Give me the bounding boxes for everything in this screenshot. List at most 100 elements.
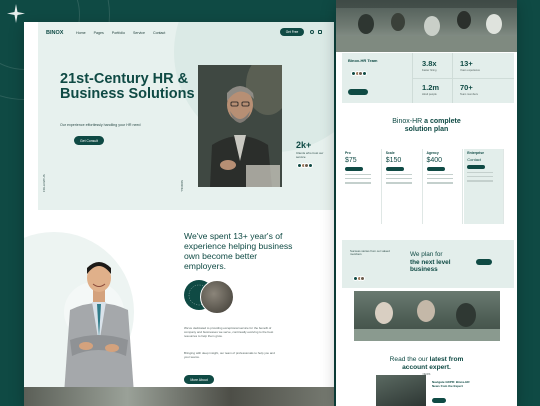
plan-card[interactable]: Agency $400 (424, 149, 464, 224)
get-consult-button[interactable]: Get Consult (74, 136, 104, 145)
homepage-mockup: BINOX Home Pages Portfolio Service Conta… (24, 22, 334, 406)
plan-button[interactable] (345, 167, 363, 171)
plan-card[interactable]: Scale $150 (383, 149, 423, 224)
plan-feature (426, 178, 453, 180)
nav-item[interactable]: Pages (94, 31, 104, 35)
plans-title-part: solution plan (404, 126, 449, 133)
stat-value: 70+ (460, 83, 473, 92)
next-level-part: the next level (410, 258, 451, 266)
divider (412, 78, 514, 79)
stats-panel: Binox-HR Team 3.8x Faster hiring 13+ Yea… (342, 53, 514, 103)
nav-item[interactable]: Service (133, 31, 145, 35)
avatar-group (350, 71, 368, 76)
team-meeting-photo (354, 291, 500, 341)
avatar (360, 276, 366, 281)
plan-price: $75 (345, 157, 357, 164)
nav-item[interactable]: Home (76, 31, 86, 35)
blog-title-part: latest from (429, 356, 464, 363)
nav-menu: Home Pages Portfolio Service Contact (76, 31, 165, 35)
plan-button[interactable] (426, 167, 445, 171)
avatar-group (352, 276, 366, 281)
nav-cta-button[interactable]: Get Free (280, 28, 304, 36)
stat-value: 13+ (460, 59, 473, 68)
hero-subtitle: Our experience effortlessly handling you… (60, 123, 141, 127)
plan-price: Contact (467, 157, 482, 162)
plan-feature (426, 174, 453, 176)
avatar-group (296, 163, 314, 168)
plan-card[interactable]: Pro $75 (342, 149, 382, 224)
nav-item[interactable]: Portfolio (112, 31, 125, 35)
plan-card[interactable]: Enterprise Contact (464, 149, 504, 224)
plan-name: Pro (345, 151, 351, 155)
plan-button[interactable] (467, 165, 486, 169)
about-title: We've spent 13+ year's of experience hel… (184, 231, 293, 271)
stat-value: 2k+ (296, 140, 312, 150)
plan-feature (467, 180, 494, 182)
plans-title: Binox-HR a complete solution plan (336, 118, 517, 134)
stat-label: Team members (460, 93, 478, 96)
plan-name: Scale (385, 151, 395, 155)
office-photo (336, 0, 517, 52)
blog-title-part: Read the our (389, 356, 428, 363)
plan-feature (385, 182, 412, 184)
next-level-part: We plan for (410, 251, 443, 258)
blog-title-part: account expert. (402, 364, 451, 371)
plan-price: $150 (385, 157, 402, 164)
hero-title: 21st-Century HR & Business Solutions (60, 71, 195, 102)
pricing-plans: Pro $75 Scale $150 Agency $400 Enterpris… (342, 149, 504, 224)
plan-feature (345, 178, 372, 180)
logo[interactable]: BINOX (46, 30, 76, 36)
plan-feature (467, 176, 494, 178)
blog-title: Read the our latest from account expert. (336, 356, 517, 372)
plan-name: Enterprise (467, 151, 485, 155)
stat-value: 1.2m (422, 83, 440, 92)
stat-label: Years experience (460, 69, 480, 72)
meeting-image (354, 300, 500, 341)
about-paragraph: Bringing with deep insight, our team of … (184, 351, 275, 359)
stat-label: Faster hiring (422, 69, 437, 72)
office-image (336, 0, 517, 52)
hero-photo (198, 65, 282, 187)
plan-feature (426, 182, 453, 184)
next-level-button[interactable] (476, 259, 492, 265)
blog-post-title[interactable]: Navigate GDPR: Binox-HR News from the Ex… (432, 380, 478, 389)
nav-item[interactable]: Contact (153, 31, 165, 35)
about-team-photo (200, 280, 234, 314)
stats-button[interactable] (348, 89, 368, 95)
testimonial-text: Success stories from our valued members (350, 249, 390, 257)
plan-feature (467, 172, 494, 174)
plans-title-part: a complete (424, 118, 461, 125)
menu-icon[interactable] (318, 30, 322, 34)
navbar: BINOX Home Pages Portfolio Service Conta… (38, 22, 334, 44)
stats-title: Binox-HR Team (348, 58, 378, 63)
plans-title-part: Binox-HR (392, 118, 423, 125)
bottom-image-strip (24, 387, 334, 406)
blog-tag: NEWS (422, 373, 431, 376)
plan-price: $400 (426, 157, 443, 164)
next-level-part: business (410, 266, 438, 273)
follow-label: FOLLOW US (42, 174, 46, 192)
plan-feature (385, 174, 412, 176)
about-paragraph: We've dedicated to providing exceptional… (184, 326, 274, 338)
search-icon[interactable] (310, 30, 314, 34)
businessman-image (198, 65, 282, 187)
blog-post-image[interactable] (376, 375, 426, 406)
smiling-man-image (64, 262, 134, 394)
scroll-label: SCROLL (180, 180, 184, 193)
read-more-button[interactable] (432, 398, 446, 403)
avatar (362, 71, 368, 76)
next-level-section: Success stories from our valued members … (342, 240, 514, 288)
stat-value: 3.8x (422, 59, 437, 68)
plan-feature (345, 174, 372, 176)
plan-feature (385, 178, 412, 180)
next-level-title: We plan for the next level business (410, 251, 451, 274)
plan-button[interactable] (385, 167, 404, 171)
more-about-button[interactable]: More About (184, 375, 214, 384)
avatar (308, 163, 314, 168)
stat-label: Clients who trust our service (296, 151, 324, 159)
plan-name: Agency (426, 151, 439, 155)
stat-label: Hired people (422, 93, 437, 96)
about-person-image (64, 244, 134, 394)
plan-feature (345, 182, 372, 184)
inner-page-mockup: Binox-HR Team 3.8x Faster hiring 13+ Yea… (336, 0, 517, 406)
